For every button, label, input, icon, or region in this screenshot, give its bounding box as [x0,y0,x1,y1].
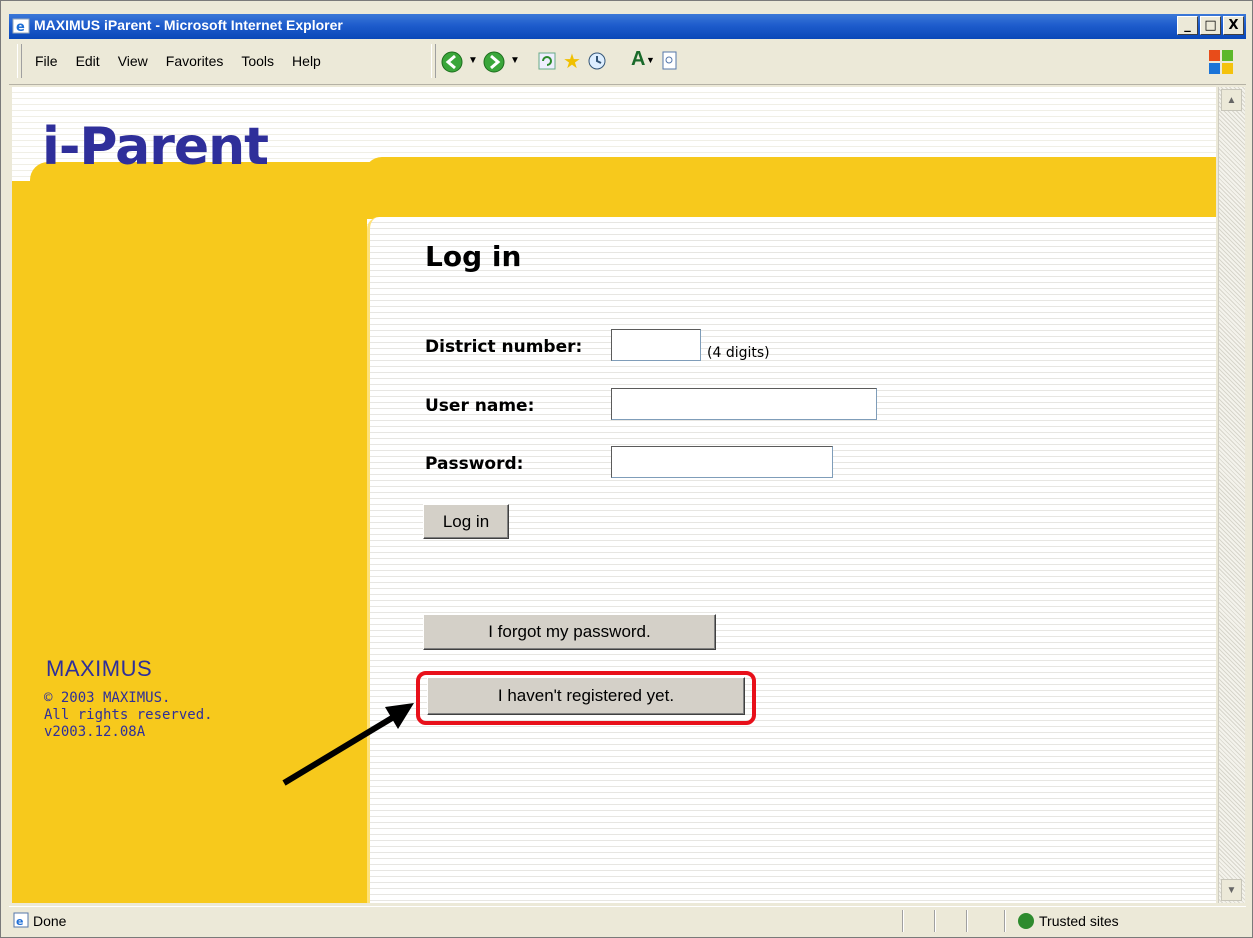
status-divider [1004,910,1006,932]
username-field[interactable] [611,388,877,420]
login-panel [367,217,1216,903]
password-field[interactable] [611,446,833,478]
maximize-button[interactable]: □ [1200,16,1221,35]
highlight-box [416,671,756,725]
title-bar: e MAXIMUS iParent - Microsoft Internet E… [9,14,1246,39]
sidebar-panel [12,181,367,903]
login-button[interactable]: Log in [423,504,509,539]
footer-rights: All rights reserved. [44,707,213,723]
vertical-scrollbar[interactable]: ▲ ▼ [1218,87,1245,903]
password-label: Password: [425,454,524,474]
trusted-zone-icon [1018,913,1034,929]
status-divider [902,910,904,932]
windows-logo-icon [1209,50,1233,74]
back-dropdown-icon[interactable]: ▼ [468,55,478,66]
menu-view[interactable]: View [118,53,148,69]
page-viewport: i-Parent Log in District number: (4 digi… [12,87,1216,903]
footer-copyright: © 2003 MAXIMUS. [44,690,171,706]
footer-version: v2003.12.08A [44,724,146,740]
forward-dropdown-icon[interactable]: ▼ [510,55,520,66]
toolbar-grip[interactable] [17,44,22,78]
refresh-icon[interactable] [537,51,557,71]
page-icon[interactable] [661,51,679,71]
username-label: User name: [425,396,535,416]
district-number-field[interactable] [611,329,701,361]
menu-toolbar: File Edit View Favorites Tools Help ▼ ▼ … [9,40,1246,85]
status-divider [934,910,936,932]
menu-help[interactable]: Help [292,53,321,69]
browser-window: e MAXIMUS iParent - Microsoft Internet E… [0,0,1253,938]
menu-tools[interactable]: Tools [241,53,274,69]
scroll-down-arrow[interactable]: ▼ [1221,879,1242,901]
back-icon[interactable] [441,51,465,73]
svg-text:e: e [16,915,23,928]
minimize-button[interactable]: _ [1177,16,1198,35]
status-bar: e Done Trusted sites [9,906,1246,935]
toolbar-grip[interactable] [431,44,436,78]
menu-bar: File Edit View Favorites Tools Help [35,53,321,69]
district-label: District number: [425,337,583,357]
page-title: Log in [425,240,522,273]
header-band [364,157,1216,219]
status-divider [966,910,968,932]
menu-favorites[interactable]: Favorites [166,53,224,69]
window-title: MAXIMUS iParent - Microsoft Internet Exp… [34,17,343,33]
favorites-star-icon[interactable]: ★ [563,49,581,74]
scroll-up-arrow[interactable]: ▲ [1221,89,1242,111]
history-icon[interactable] [587,51,607,71]
forward-icon[interactable] [483,51,507,73]
footer-brand: MAXIMUS [46,656,153,681]
svg-text:e: e [16,20,25,35]
status-text: Done [33,913,67,929]
font-dropdown-icon[interactable]: ▼ [646,55,655,65]
close-button[interactable]: X [1223,16,1244,35]
security-zone-label: Trusted sites [1039,913,1119,929]
menu-edit[interactable]: Edit [76,53,100,69]
forgot-password-button[interactable]: I forgot my password. [423,614,716,650]
menu-file[interactable]: File [35,53,58,69]
page-done-icon: e [13,912,29,928]
ie-logo-icon: e [12,18,30,35]
district-hint: (4 digits) [707,345,770,361]
site-logo[interactable]: i-Parent [42,117,269,177]
font-size-icon[interactable]: A [631,48,645,71]
